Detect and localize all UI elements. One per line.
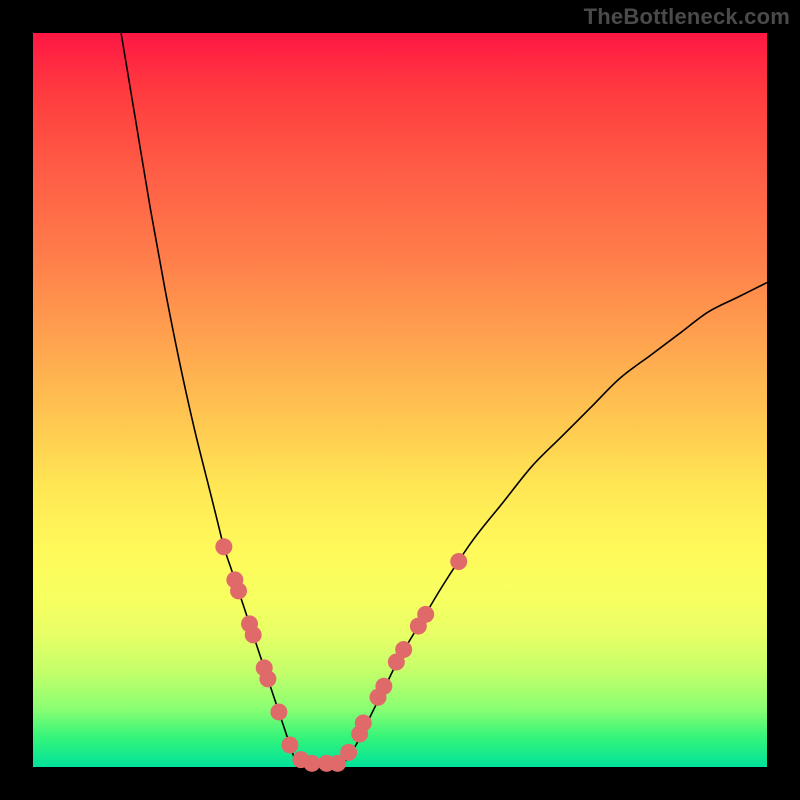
highlight-dot <box>450 553 467 570</box>
highlight-dot <box>270 703 287 720</box>
highlight-dot <box>355 714 372 731</box>
highlight-dot <box>303 755 320 772</box>
highlight-dots <box>215 538 467 772</box>
highlight-dot <box>375 678 392 695</box>
highlight-dot <box>245 626 262 643</box>
highlight-dot <box>281 736 298 753</box>
right-branch-curve <box>341 283 767 767</box>
chart-frame: TheBottleneck.com <box>0 0 800 800</box>
highlight-dot <box>340 744 357 761</box>
highlight-dot <box>230 582 247 599</box>
highlight-dot <box>395 641 412 658</box>
plot-area <box>33 33 767 767</box>
highlight-dot <box>417 606 434 623</box>
curve-svg <box>33 33 767 767</box>
left-branch-curve <box>121 33 297 767</box>
highlight-dot <box>259 670 276 687</box>
watermark-label: TheBottleneck.com <box>584 4 790 30</box>
highlight-dot <box>215 538 232 555</box>
